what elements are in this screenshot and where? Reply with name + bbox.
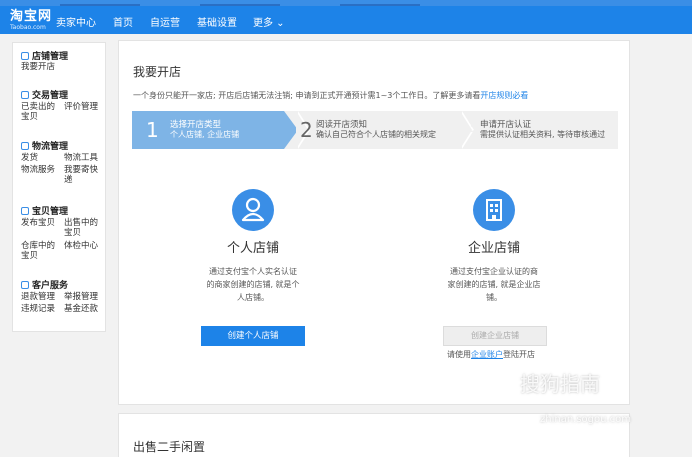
- logo-subtext: Taobao.com: [10, 24, 46, 31]
- desc-line: 铺。: [486, 293, 502, 302]
- step-desc: 确认自己符合个人店铺的相关规定: [316, 130, 436, 139]
- shop-icon: [21, 52, 29, 60]
- step-desc: 个人店铺, 企业店铺: [170, 130, 240, 139]
- sidebar-item-refunds[interactable]: 退款管理: [21, 292, 55, 302]
- nav-self-operation[interactable]: 自运营: [150, 14, 180, 29]
- service-icon: [21, 281, 29, 289]
- sidebar-item-publish[interactable]: 发布宝贝: [21, 218, 55, 228]
- sidebar-section-logistics: 物流管理: [21, 139, 68, 152]
- sidebar-item-warehouse[interactable]: 仓库中的宝贝: [21, 241, 61, 261]
- section-title: 店铺管理: [32, 52, 69, 62]
- nav-home[interactable]: 首页: [113, 14, 133, 29]
- section-title: 交易管理: [32, 91, 69, 101]
- sidebar-item-ship[interactable]: 发货: [21, 153, 38, 163]
- desc-line: 人店铺。: [237, 293, 269, 302]
- sidebar-item-logistics-tools[interactable]: 物流工具: [64, 153, 98, 163]
- logistics-icon: [21, 142, 29, 150]
- trade-icon: [21, 91, 29, 99]
- note-prefix: 请使用: [447, 350, 471, 359]
- sidebar-item-violations[interactable]: 违规记录: [21, 304, 55, 314]
- enterprise-login-note: 请使用企业账户登陆开店: [447, 349, 535, 360]
- sidebar-section-service: 客户服务: [21, 278, 68, 291]
- sidebar-item-open-shop[interactable]: 我要开店: [21, 62, 55, 72]
- sidebar-item-on-sale[interactable]: 出售中的宝贝: [64, 218, 104, 238]
- step-1: 1 选择开店类型 个人店铺, 企业店铺: [132, 111, 298, 149]
- section-title: 物流管理: [32, 142, 69, 152]
- goods-icon: [21, 207, 29, 215]
- note-suffix: 登陆开店: [503, 350, 535, 359]
- page-title: 我要开店: [133, 65, 182, 79]
- rules-link[interactable]: 开店规则必看: [480, 91, 528, 100]
- nav-more[interactable]: 更多 ⌄: [253, 14, 285, 29]
- sidebar-item-logistics-service[interactable]: 物流服务: [21, 165, 55, 175]
- notice-text: 一个身份只能开一家店; 开店后店铺无法注销; 申请到正式开通预计需1~3个工作日…: [133, 91, 481, 100]
- desc-line: 通过支付宝企业认证的商: [450, 267, 538, 276]
- sidebar-item-reports[interactable]: 举报管理: [64, 292, 98, 302]
- watermark: 搜狗指南: [520, 372, 600, 396]
- sidebar-item-reviews[interactable]: 评价管理: [64, 102, 98, 112]
- top-navbar: 淘宝网 Taobao.com 卖家中心 首页 自运营 基础设置 更多 ⌄: [0, 6, 692, 34]
- logo-text: 淘宝网: [10, 9, 53, 24]
- enterprise-shop-title: 企业店铺: [467, 241, 520, 256]
- sidebar-section-goods: 宝贝管理: [21, 204, 68, 217]
- enterprise-shop-desc: 通过支付宝企业认证的商 家创建的店铺, 就是企业店 铺。: [434, 265, 554, 304]
- seller-center-label[interactable]: 卖家中心: [56, 14, 96, 29]
- steps-bar: 1 选择开店类型 个人店铺, 企业店铺 2 阅读开店须知 确认自己符合个人店铺的…: [132, 111, 618, 149]
- open-shop-panel: 我要开店 一个身份只能开一家店; 开店后店铺无法注销; 申请到正式开通预计需1~…: [118, 40, 630, 405]
- sidebar: 店铺管理 我要开店 交易管理 已卖出的宝贝 评价管理 物流管理 发货 物流工具 …: [12, 42, 106, 332]
- nav-basic-settings[interactable]: 基础设置: [197, 14, 237, 29]
- sidebar-section-shop: 店铺管理: [21, 49, 68, 62]
- enterprise-account-link[interactable]: 企业账户: [471, 350, 503, 359]
- building-icon: [473, 189, 515, 231]
- personal-shop-desc: 通过支付宝个人实名认证 的商家创建的店铺, 就是个 人店铺。: [189, 265, 317, 304]
- sidebar-section-trade: 交易管理: [21, 88, 68, 101]
- taobao-logo[interactable]: 淘宝网 Taobao.com: [10, 9, 54, 31]
- desc-line: 家创建的店铺, 就是企业店: [447, 280, 541, 289]
- secondhand-title: 出售二手闲置: [133, 440, 206, 454]
- watermark-url: zhinan.sogou.com: [540, 414, 632, 425]
- sidebar-item-sold-goods[interactable]: 已卖出的宝贝: [21, 102, 61, 122]
- create-personal-shop-button[interactable]: 创建个人店铺: [201, 326, 305, 346]
- step-number: 3: [468, 120, 477, 136]
- sidebar-item-fund-repay[interactable]: 基金还款: [64, 304, 98, 314]
- section-title: 客户服务: [32, 281, 69, 291]
- desc-line: 的商家创建的店铺, 就是个: [206, 280, 300, 289]
- person-icon: [232, 189, 274, 231]
- desc-line: 通过支付宝个人实名认证: [209, 267, 297, 276]
- create-enterprise-shop-button: 创建企业店铺: [443, 326, 547, 346]
- sidebar-item-health-check[interactable]: 体检中心: [64, 241, 98, 251]
- step-number: 2: [300, 118, 313, 142]
- section-title: 宝贝管理: [32, 207, 69, 217]
- personal-shop-title: 个人店铺: [226, 241, 279, 256]
- rules-notice: 一个身份只能开一家店; 开店后店铺无法注销; 申请到正式开通预计需1~3个工作日…: [133, 90, 528, 101]
- step-number: 1: [146, 118, 159, 142]
- sidebar-item-send-express[interactable]: 我要寄快递: [64, 165, 104, 185]
- step-desc: 需提供认证相关资料, 等待审核通过: [480, 130, 606, 139]
